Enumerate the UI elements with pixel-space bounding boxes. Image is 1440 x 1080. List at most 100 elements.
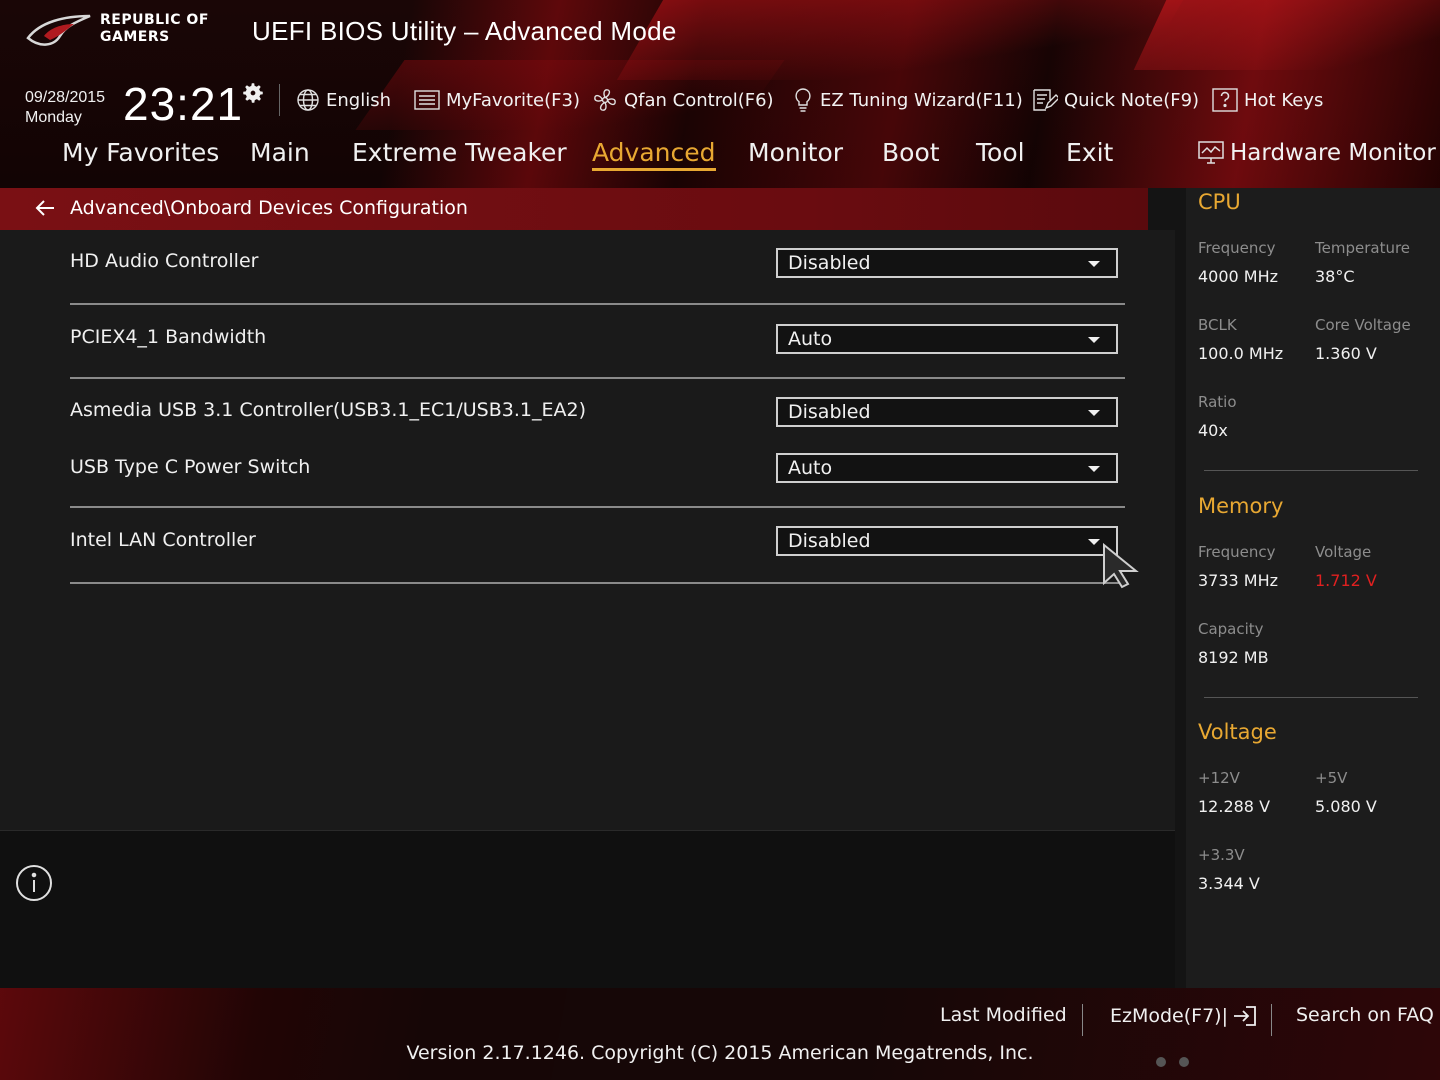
- cpu-frequency-value: 4000 MHz: [1198, 267, 1279, 286]
- dropdown-caret-icon: [1088, 410, 1100, 416]
- bclk-value: 100.0 MHz: [1198, 344, 1284, 363]
- memory-heading: Memory: [1198, 494, 1284, 518]
- tab-advanced[interactable]: Advanced: [592, 138, 716, 171]
- fan-icon: [594, 89, 616, 111]
- globe-icon: [297, 89, 319, 111]
- footer-bar: Last Modified EzMode(F7)| Search on FAQ …: [0, 988, 1440, 1080]
- tab-extreme-tweaker[interactable]: Extreme Tweaker: [352, 138, 567, 167]
- select-value: Disabled: [788, 530, 871, 552]
- toolbar-divider: [279, 84, 280, 116]
- footer-divider: [1082, 1004, 1083, 1036]
- myfavorite-label: MyFavorite(F3): [446, 89, 580, 111]
- ratio-value: 40x: [1198, 421, 1228, 440]
- pciex4-bandwidth-select[interactable]: Auto: [776, 324, 1118, 354]
- brand-line1: REPUBLIC OF: [100, 12, 209, 28]
- cpu-frequency-label: Frequency: [1198, 239, 1276, 257]
- help-info-area: [0, 830, 1175, 989]
- back-arrow-icon[interactable]: [34, 198, 56, 218]
- setting-label-hd-audio: HD Audio Controller: [70, 250, 259, 272]
- qfan-button[interactable]: Qfan Control(F6): [592, 86, 774, 114]
- memory-voltage-value: 1.712 V: [1315, 571, 1377, 590]
- divider: [70, 377, 1125, 379]
- setting-label-asmedia-usb31: Asmedia USB 3.1 Controller(USB3.1_EC1/US…: [70, 399, 586, 421]
- v5-label: +5V: [1315, 769, 1348, 787]
- divider: [70, 582, 1125, 584]
- divider: [70, 303, 1125, 305]
- tab-tool[interactable]: Tool: [976, 138, 1025, 167]
- v33-label: +3.3V: [1198, 846, 1245, 864]
- language-label: English: [326, 89, 391, 111]
- language-button[interactable]: English: [296, 86, 391, 114]
- search-faq-label: Search on FAQ: [1296, 1004, 1434, 1026]
- info-icon[interactable]: [15, 864, 53, 902]
- core-voltage-value: 1.360 V: [1315, 344, 1377, 363]
- v12-value: 12.288 V: [1198, 797, 1271, 816]
- breadcrumb-path: Advanced\Onboard Devices Configuration: [70, 197, 468, 219]
- last-modified-label: Last Modified: [940, 1004, 1067, 1026]
- hd-audio-select[interactable]: Disabled: [776, 248, 1118, 278]
- tab-my-favorites[interactable]: My Favorites: [62, 138, 219, 167]
- setting-label-pciex4-bandwidth: PCIEX4_1 Bandwidth: [70, 326, 267, 348]
- last-modified-button[interactable]: Last Modified: [940, 1004, 1067, 1026]
- exit-arrow-icon: [1234, 1006, 1256, 1026]
- main-nav: My Favorites Main Extreme Tweaker Advanc…: [0, 138, 1150, 178]
- core-voltage-label: Core Voltage: [1315, 316, 1411, 334]
- select-value: Auto: [788, 457, 833, 479]
- search-faq-button[interactable]: Search on FAQ: [1296, 1004, 1434, 1026]
- page-dot: [1156, 1057, 1166, 1067]
- clock[interactable]: 23:21: [123, 77, 243, 131]
- ezmode-button[interactable]: EzMode(F7)|: [1110, 1004, 1258, 1028]
- usb-type-c-power-select[interactable]: Auto: [776, 453, 1118, 483]
- ezmode-label: EzMode(F7)|: [1110, 1005, 1228, 1027]
- footer-divider: [1271, 1004, 1272, 1036]
- v33-value: 3.344 V: [1198, 874, 1260, 893]
- dropdown-caret-icon: [1088, 337, 1100, 343]
- note-pencil-icon: [1033, 89, 1058, 111]
- select-value: Disabled: [788, 401, 871, 423]
- ratio-label: Ratio: [1198, 393, 1237, 411]
- myfavorite-button[interactable]: MyFavorite(F3): [414, 86, 580, 114]
- cpu-temperature-label: Temperature: [1315, 239, 1411, 257]
- rog-eye-icon: [26, 14, 91, 46]
- intel-lan-select[interactable]: Disabled: [776, 526, 1118, 556]
- select-value: Disabled: [788, 252, 871, 274]
- qfan-label: Qfan Control(F6): [624, 89, 774, 111]
- memory-frequency-label: Frequency: [1198, 543, 1276, 561]
- question-box-icon: [1212, 88, 1238, 112]
- setting-label-intel-lan: Intel LAN Controller: [70, 529, 256, 551]
- memory-frequency-value: 3733 MHz: [1198, 571, 1279, 590]
- tab-main[interactable]: Main: [250, 138, 310, 167]
- gear-icon[interactable]: [240, 80, 266, 106]
- divider: [70, 506, 1125, 508]
- tab-exit[interactable]: Exit: [1066, 138, 1113, 167]
- voltage-heading: Voltage: [1198, 720, 1277, 744]
- v12-label: +12V: [1198, 769, 1240, 787]
- version-text: Version 2.17.1246. Copyright (C) 2015 Am…: [406, 1042, 1034, 1064]
- dropdown-caret-icon: [1088, 466, 1100, 472]
- asmedia-usb31-select[interactable]: Disabled: [776, 397, 1118, 427]
- dropdown-caret-icon: [1088, 261, 1100, 267]
- setting-label-usb-type-c-power: USB Type C Power Switch: [70, 456, 311, 478]
- brand-line2: GAMERS: [100, 29, 170, 45]
- monitor-divider: [1204, 470, 1418, 471]
- list-icon: [414, 90, 440, 110]
- cpu-temperature-value: 38°C: [1315, 267, 1355, 286]
- hot-keys-button[interactable]: Hot Keys: [1212, 86, 1323, 114]
- tab-monitor[interactable]: Monitor: [748, 138, 843, 167]
- hardware-monitor-label: Hardware Monitor: [1230, 140, 1436, 166]
- quick-note-button[interactable]: Quick Note(F9): [1032, 86, 1199, 114]
- select-value: Auto: [788, 328, 833, 350]
- lightbulb-icon: [795, 88, 811, 112]
- tab-boot[interactable]: Boot: [882, 138, 940, 167]
- hot-keys-label: Hot Keys: [1244, 89, 1324, 111]
- monitor-icon: [1198, 141, 1224, 164]
- cpu-heading: CPU: [1198, 190, 1241, 214]
- dropdown-caret-icon: [1088, 539, 1100, 545]
- day-text: Monday: [25, 109, 82, 126]
- memory-voltage-label: Voltage: [1315, 543, 1372, 561]
- ez-tuning-label: EZ Tuning Wizard(F11): [820, 89, 1023, 111]
- breadcrumb: Advanced\Onboard Devices Configuration: [0, 188, 1148, 230]
- memory-capacity-value: 8192 MB: [1198, 648, 1269, 667]
- ez-tuning-button[interactable]: EZ Tuning Wizard(F11): [792, 86, 1023, 114]
- monitor-divider: [1204, 697, 1418, 698]
